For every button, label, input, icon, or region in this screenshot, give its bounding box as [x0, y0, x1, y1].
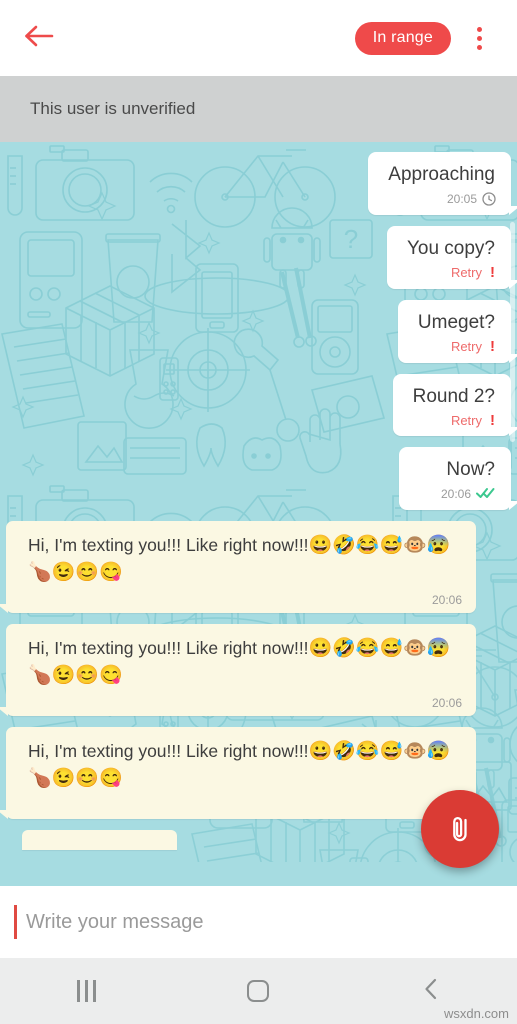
back-nav-button[interactable]	[345, 958, 517, 1024]
message-meta: Retry !	[418, 338, 495, 356]
exclamation-icon: !	[490, 411, 495, 429]
app-bar: In range	[0, 0, 517, 76]
message-text: Hi, I'm texting you!!! Like right now!!!…	[28, 533, 462, 587]
message-input[interactable]	[17, 910, 503, 934]
paperclip-icon	[443, 811, 477, 848]
message-body: Hi, I'm texting you!!! Like right now!!!	[28, 741, 309, 762]
unverified-banner: This user is unverified	[0, 76, 517, 142]
message-row: Approaching 20:05	[0, 152, 517, 215]
home-button[interactable]	[172, 958, 344, 1024]
message-meta: 20:06	[28, 593, 462, 607]
home-icon	[247, 980, 270, 1002]
android-navigation-bar	[0, 958, 517, 1024]
message-row: Hi, I'm texting you!!! Like right now!!!…	[0, 521, 517, 614]
message-text: Round 2?	[412, 385, 495, 407]
message-row: Round 2? Retry !	[0, 373, 517, 437]
message-meta: 20:06	[28, 799, 462, 813]
chat-screen: In range This user is unverified Approac…	[0, 0, 517, 1024]
outgoing-message-bubble[interactable]: Approaching 20:05	[368, 152, 517, 215]
message-text: Umeget?	[417, 311, 495, 333]
back-chevron-icon	[423, 977, 439, 1006]
message-row: Hi, I'm texting you!!! Like right now!!!…	[0, 624, 517, 717]
incoming-message-bubble-partial[interactable]	[22, 830, 177, 851]
outgoing-message-bubble[interactable]: You copy? Retry !	[386, 225, 517, 289]
message-body: Hi, I'm texting you!!! Like right now!!!	[28, 638, 309, 659]
unverified-banner-text: This user is unverified	[30, 99, 196, 118]
recents-button[interactable]	[0, 958, 172, 1024]
retry-label[interactable]: Retry	[451, 413, 482, 428]
retry-label[interactable]: Retry	[451, 339, 482, 354]
recents-icon	[76, 980, 96, 1002]
message-meta: Retry !	[413, 411, 495, 429]
message-row: Now? 20:06	[0, 447, 517, 511]
message-row: Umeget? Retry !	[0, 299, 517, 363]
recents-bar	[92, 980, 96, 1002]
back-button[interactable]	[16, 15, 62, 61]
message-meta: Retry !	[407, 264, 495, 282]
exclamation-icon: !	[490, 264, 495, 282]
message-timestamp: 20:06	[440, 487, 471, 502]
overflow-menu-button[interactable]	[457, 15, 501, 61]
recents-bar	[84, 980, 88, 1002]
message-meta: 20:06	[419, 485, 495, 503]
message-meta: 20:05	[388, 190, 496, 208]
message-meta: 20:06	[28, 696, 462, 710]
exclamation-icon: !	[490, 338, 495, 356]
outgoing-message-bubble[interactable]: Round 2? Retry !	[392, 373, 517, 437]
outgoing-message-bubble[interactable]: Now? 20:06	[399, 447, 517, 511]
incoming-message-bubble[interactable]: Hi, I'm texting you!!! Like right now!!!…	[0, 727, 476, 820]
message-text: You copy?	[406, 237, 495, 259]
outgoing-message-bubble[interactable]: Umeget? Retry !	[397, 299, 517, 363]
message-text: Hi, I'm texting you!!! Like right now!!!…	[28, 739, 462, 793]
double-check-icon	[476, 486, 495, 502]
message-composer	[0, 886, 517, 958]
message-body: Hi, I'm texting you!!! Like right now!!!	[28, 535, 309, 556]
status-badge-in-range[interactable]: In range	[354, 21, 451, 55]
message-text: Hi, I'm texting you!!! Like right now!!!…	[28, 636, 462, 690]
incoming-message-bubble[interactable]: Hi, I'm texting you!!! Like right now!!!…	[0, 624, 476, 717]
message-text: Approaching	[388, 164, 495, 185]
message-text: Now?	[446, 459, 495, 481]
message-timestamp: 20:05	[446, 191, 477, 206]
recents-bar	[76, 980, 80, 1002]
chat-scroll-container: Approaching 20:05 You copy? Retry ! Umeg…	[0, 142, 517, 886]
attach-button[interactable]	[421, 790, 499, 868]
retry-label[interactable]: Retry	[451, 265, 482, 280]
message-timestamp: 20:06	[431, 593, 462, 608]
message-row: You copy? Retry !	[0, 225, 517, 289]
arrow-left-icon	[24, 24, 54, 53]
clock-icon	[482, 192, 496, 206]
incoming-message-bubble[interactable]: Hi, I'm texting you!!! Like right now!!!…	[0, 521, 476, 614]
chat-message-area: ?	[0, 142, 517, 886]
kebab-dot	[476, 35, 482, 41]
kebab-dot	[476, 26, 482, 32]
chat-scrollbar[interactable]	[510, 222, 515, 442]
kebab-dot	[476, 44, 482, 50]
message-timestamp: 20:06	[431, 696, 462, 711]
